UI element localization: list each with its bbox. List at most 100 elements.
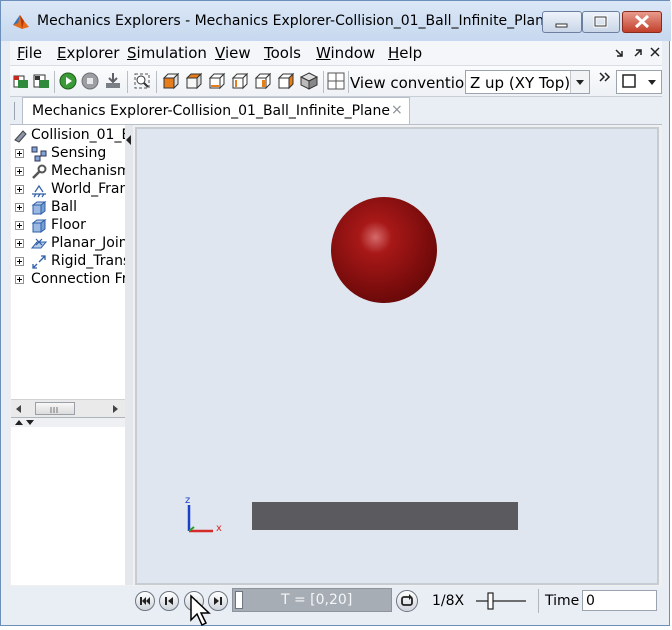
vertical-splitter[interactable]	[125, 125, 133, 585]
view-top-icon[interactable]	[254, 72, 272, 90]
mechanism-icon	[32, 164, 47, 179]
tree-item-label: Floor	[51, 217, 86, 233]
dock-icon[interactable]	[632, 47, 644, 59]
maximize-icon	[593, 15, 608, 28]
z-axis-label: z	[185, 495, 190, 506]
time-input[interactable]: 0	[582, 590, 657, 611]
view-convention-select[interactable]: Z up (XY Top)	[465, 70, 590, 94]
close-pane-icon[interactable]	[649, 46, 661, 58]
split-view-icon[interactable]	[327, 72, 345, 90]
scroll-right-icon[interactable]	[111, 404, 119, 414]
time-range-label: T = [0,20]	[281, 592, 353, 608]
toolbar-separator	[348, 71, 349, 93]
rigid-transform-icon	[32, 255, 46, 269]
tree-item-label: Connection Fr	[31, 271, 125, 287]
repeat-icon	[401, 594, 413, 606]
toolbar-overflow-icon[interactable]	[599, 72, 611, 82]
skip-to-start-button[interactable]	[135, 591, 155, 611]
view-front-icon[interactable]	[162, 72, 180, 90]
expand-icon[interactable]	[15, 167, 24, 176]
close-icon	[634, 14, 650, 29]
view-convention-value: Z up (XY Top)	[470, 74, 571, 92]
playback-rate-label: 1/8X	[432, 593, 465, 609]
menu-explorer[interactable]: Explorer	[57, 44, 119, 62]
menu-help[interactable]: Help	[388, 44, 422, 62]
view-back-icon[interactable]	[185, 72, 203, 90]
solid-cube-icon	[31, 201, 47, 215]
toolbar-separator	[54, 71, 55, 93]
update-model-icon[interactable]	[32, 72, 50, 90]
run-icon[interactable]	[59, 72, 77, 90]
time-slider-knob[interactable]	[235, 591, 243, 609]
menu-view[interactable]: View	[215, 44, 251, 62]
view-right-icon[interactable]	[231, 72, 249, 90]
model-tree: Collision_01_B Sensing Mechanism World_F…	[11, 125, 125, 399]
close-tab-icon[interactable]: ×	[391, 102, 403, 118]
time-slider[interactable]: T = [0,20]	[232, 588, 392, 612]
scrollbar-thumb[interactable]	[35, 402, 75, 415]
collapse-tree-icon[interactable]	[126, 133, 132, 149]
view-isometric-icon[interactable]	[300, 72, 318, 90]
menu-file[interactable]: File	[17, 44, 42, 62]
minimize-button[interactable]	[542, 11, 582, 33]
expand-icon[interactable]	[15, 221, 24, 230]
tree-item-label: Sensing	[51, 145, 107, 161]
matlab-icon	[13, 15, 29, 29]
loop-button[interactable]	[396, 590, 418, 612]
step-back-button[interactable]	[159, 591, 179, 611]
chevron-down-icon	[570, 71, 589, 93]
scroll-left-icon[interactable]	[15, 404, 23, 414]
undock-icon[interactable]	[614, 47, 626, 59]
x-axis-label: x	[216, 523, 222, 534]
tree-item-label: World_Fran	[51, 181, 125, 197]
window-title: Mechanics Explorers - Mechanics Explorer…	[37, 13, 553, 29]
minimize-icon	[555, 23, 568, 28]
tree-item-label: Mechanism	[51, 163, 125, 179]
title-bar[interactable]: Mechanics Explorers - Mechanics Explorer…	[1, 1, 671, 41]
time-value: 0	[586, 593, 595, 609]
tree-splitter[interactable]	[11, 417, 125, 427]
menu-tools[interactable]: Tools	[264, 44, 301, 62]
maximize-button[interactable]	[582, 11, 620, 33]
mouse-pointer-icon	[190, 594, 211, 627]
playback-separator	[538, 589, 539, 613]
menu-window[interactable]: Window	[316, 44, 375, 62]
view-left-icon[interactable]	[208, 72, 226, 90]
floor-body[interactable]	[252, 502, 518, 530]
tree-item-label: Planar_Joint	[51, 235, 125, 251]
stop-icon[interactable]	[81, 72, 99, 90]
splitter-arrows-icon[interactable]	[13, 419, 37, 427]
frame-display-select[interactable]	[616, 70, 662, 94]
open-model-icon[interactable]	[12, 72, 30, 90]
zoom-fit-icon[interactable]	[133, 72, 151, 90]
model-root-icon	[14, 130, 27, 143]
expand-icon[interactable]	[15, 149, 24, 158]
save-movie-icon[interactable]	[104, 72, 122, 90]
step-back-icon	[165, 597, 173, 605]
tree-item-label: Rigid_Trans	[51, 253, 125, 269]
grip-icon	[50, 407, 58, 413]
menu-simulation[interactable]: Simulation	[127, 44, 207, 62]
expand-icon[interactable]	[15, 239, 24, 248]
expand-icon[interactable]	[15, 185, 24, 194]
skip-back-icon	[140, 597, 150, 605]
toolbar-separator	[156, 71, 157, 93]
axes-triad: z x	[185, 495, 222, 534]
tree-horizontal-scrollbar[interactable]	[11, 399, 125, 417]
ball-body[interactable]	[331, 197, 437, 303]
playback-rate-slider[interactable]	[474, 591, 528, 611]
view-convention-label: View convention:	[350, 74, 479, 92]
menu-bar: File Explorer Simulation View Tools Wind…	[10, 41, 662, 65]
view-bottom-icon[interactable]	[277, 72, 295, 90]
expand-icon[interactable]	[15, 275, 24, 284]
world-frame-icon	[32, 184, 46, 198]
tab-mechanics-explorer[interactable]: Mechanics Explorer-Collision_01_Ball_Inf…	[22, 97, 410, 124]
time-label: Time	[545, 593, 580, 609]
property-pane	[11, 427, 125, 585]
expand-icon[interactable]	[15, 257, 24, 266]
solid-cube-icon	[31, 219, 47, 233]
close-button[interactable]	[622, 11, 662, 33]
sensing-icon	[31, 146, 47, 162]
expand-icon[interactable]	[15, 203, 24, 212]
tree-root-label: Collision_01_B	[31, 127, 125, 143]
